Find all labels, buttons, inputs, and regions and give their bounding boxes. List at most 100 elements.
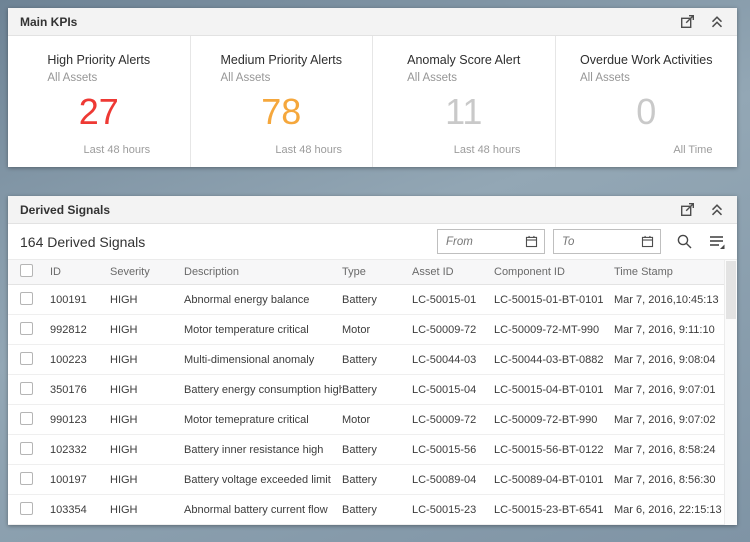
cell-component-id: LC-50009-72-MT-990 — [494, 323, 600, 336]
kpi-tile[interactable]: Overdue Work Activities All Assets 0 All… — [554, 36, 738, 167]
table-header-row: ID Severity Description Type Asset ID Co… — [8, 260, 737, 285]
cell-time-stamp: Mar 7, 2016, 8:58:24 — [614, 443, 716, 456]
search-icon[interactable] — [676, 233, 693, 250]
collapse-icon[interactable] — [707, 14, 727, 30]
open-in-new-window-icon[interactable] — [677, 202, 697, 218]
main-kpis-panel: Main KPIs High Priority Alerts All Asset… — [8, 8, 737, 167]
row-checkbox[interactable] — [20, 321, 33, 335]
cell-type: Battery — [342, 383, 377, 396]
dashboard-page: Main KPIs High Priority Alerts All Asset… — [0, 0, 750, 525]
table-row[interactable]: 100197 HIGH Battery voltage exceeded lim… — [8, 465, 737, 495]
cell-component-id: LC-50015-04-BT-0101 — [494, 383, 604, 396]
date-to-field[interactable] — [553, 229, 661, 254]
scrollbar-thumb[interactable] — [726, 261, 736, 319]
table-row[interactable]: 990123 HIGH Motor temeprature critical M… — [8, 405, 737, 435]
cell-component-id: LC-50015-56-BT-0122 — [494, 443, 604, 456]
cell-id: 100197 — [50, 473, 87, 486]
panel-title: Main KPIs — [20, 14, 78, 29]
row-checkbox-cell — [20, 321, 50, 338]
cell-id: 990123 — [50, 413, 87, 426]
row-checkbox[interactable] — [20, 501, 33, 515]
cell-asset-id: LC-50009-72 — [412, 413, 477, 426]
cell-type: Battery — [342, 293, 377, 306]
calendar-icon[interactable] — [641, 235, 654, 248]
kpi-tile[interactable]: Anomaly Score Alert All Assets 11 Last 4… — [372, 36, 555, 167]
table-row[interactable]: 992812 HIGH Motor temperature critical M… — [8, 315, 737, 345]
cell-id: 992812 — [50, 323, 87, 336]
cell-type: Motor — [342, 323, 371, 336]
cell-id: 100223 — [50, 353, 87, 366]
view-settings-icon[interactable] — [708, 233, 725, 250]
cell-description: Motor temeprature critical — [184, 413, 309, 426]
main-kpis-panel-header: Main KPIs — [8, 8, 737, 36]
cell-asset-id: LC-50015-56 — [412, 443, 477, 456]
cell-severity: HIGH — [110, 413, 138, 426]
cell-time-stamp: Mar 7, 2016, 9:08:04 — [614, 353, 716, 366]
kpi-subtitle: All Assets — [580, 72, 630, 84]
kpi-tile[interactable]: High Priority Alerts All Assets 27 Last … — [8, 36, 190, 167]
row-checkbox[interactable] — [20, 471, 33, 485]
column-header-component-id[interactable]: Component ID — [494, 266, 614, 278]
cell-time-stamp: Mar 6, 2016, 22:15:13 — [614, 503, 722, 516]
column-header-time-stamp[interactable]: Time Stamp — [614, 266, 723, 278]
column-header-asset-id[interactable]: Asset ID — [412, 266, 494, 278]
open-in-new-window-icon[interactable] — [677, 14, 697, 30]
column-header-type[interactable]: Type — [342, 266, 412, 278]
kpi-tile[interactable]: Medium Priority Alerts All Assets 78 Las… — [189, 36, 373, 167]
cell-severity: HIGH — [110, 443, 138, 456]
cell-description: Battery inner resistance high — [184, 443, 324, 456]
kpi-value: 11 — [445, 91, 483, 132]
kpi-title: High Priority Alerts — [47, 53, 151, 67]
table-row[interactable]: 100223 HIGH Multi-dimensional anomaly Ba… — [8, 345, 737, 375]
cell-asset-id: LC-50009-72 — [412, 323, 477, 336]
cell-type: Motor — [342, 413, 371, 426]
row-checkbox[interactable] — [20, 441, 33, 455]
row-checkbox[interactable] — [20, 351, 33, 365]
signals-table-toolbar: 164 Derived Signals — [8, 224, 737, 260]
cell-type: Battery — [342, 443, 377, 456]
cell-component-id: LC-50009-72-BT-990 — [494, 413, 598, 426]
date-to-input[interactable] — [554, 235, 641, 248]
cell-type: Battery — [342, 353, 377, 366]
date-from-input[interactable] — [438, 235, 525, 248]
select-all-checkbox[interactable] — [20, 264, 33, 277]
table-row[interactable]: 102332 HIGH Battery inner resistance hig… — [8, 435, 737, 465]
date-from-field[interactable] — [437, 229, 545, 254]
table-scrollbar[interactable] — [724, 260, 737, 525]
kpi-value: 78 — [261, 91, 302, 132]
row-checkbox[interactable] — [20, 291, 33, 305]
calendar-icon[interactable] — [525, 235, 538, 248]
cell-description: Battery voltage exceeded limit — [184, 473, 331, 486]
column-header-id[interactable]: ID — [50, 266, 110, 278]
column-header-description[interactable]: Description — [184, 266, 342, 278]
collapse-icon[interactable] — [707, 202, 727, 218]
cell-severity: HIGH — [110, 473, 138, 486]
table-row[interactable]: 350176 HIGH Battery energy consumption h… — [8, 375, 737, 405]
kpi-footer: All Time — [673, 144, 713, 156]
kpi-subtitle: All Assets — [220, 72, 271, 84]
cell-id: 102332 — [50, 443, 87, 456]
cell-description: Motor temperature critical — [184, 323, 309, 336]
cell-asset-id: LC-50015-01 — [412, 293, 477, 306]
row-checkbox[interactable] — [20, 381, 33, 395]
cell-type: Battery — [342, 473, 377, 486]
kpi-tile-content: High Priority Alerts All Assets 27 Last … — [47, 53, 150, 167]
row-checkbox[interactable] — [20, 411, 33, 425]
cell-asset-id: LC-50044-03 — [412, 353, 477, 366]
column-header-severity[interactable]: Severity — [110, 266, 184, 278]
cell-severity: HIGH — [110, 323, 138, 336]
cell-time-stamp: Mar 7, 2016, 9:07:01 — [614, 383, 716, 396]
kpi-subtitle: All Assets — [47, 72, 98, 84]
cell-component-id: LC-50015-23-BT-6541 — [494, 503, 604, 516]
cell-asset-id: LC-50015-04 — [412, 383, 477, 396]
cell-asset-id: LC-50015-23 — [412, 503, 477, 516]
table-row[interactable]: 100191 HIGH Abnormal energy balance Batt… — [8, 285, 737, 315]
cell-time-stamp: Mar 7, 2016, 9:11:10 — [614, 323, 715, 336]
derived-signals-panel-header: Derived Signals — [8, 196, 737, 224]
table-row[interactable]: 103354 HIGH Abnormal battery current flo… — [8, 495, 737, 525]
cell-severity: HIGH — [110, 293, 138, 306]
cell-time-stamp: Mar 7, 2016, 9:07:02 — [614, 413, 716, 426]
kpi-title: Anomaly Score Alert — [407, 53, 521, 67]
row-checkbox-cell — [20, 471, 50, 488]
kpi-value: 0 — [636, 91, 657, 132]
